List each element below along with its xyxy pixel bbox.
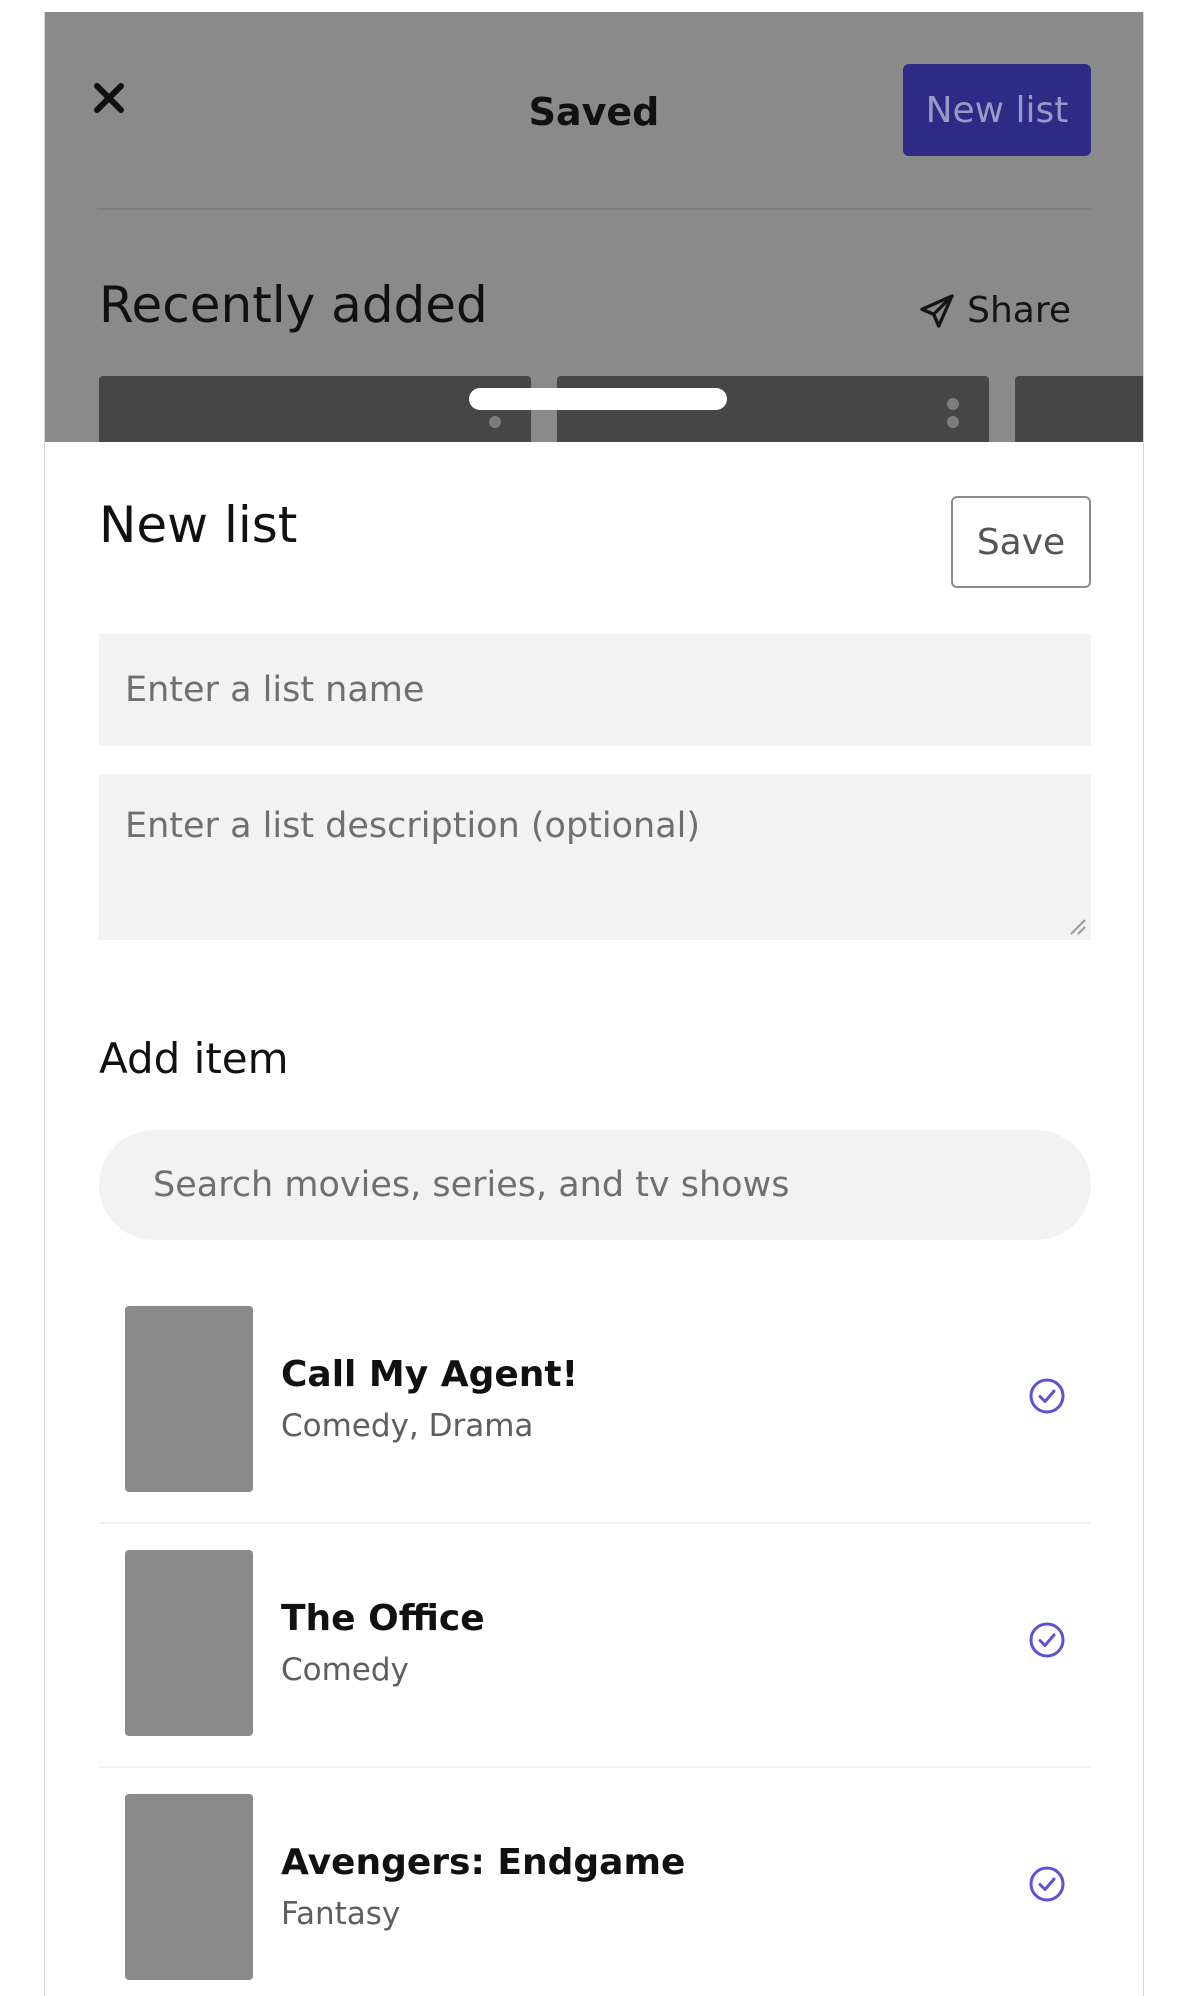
item-title: The Office	[281, 1598, 485, 1639]
recent-thumbnail[interactable]	[1015, 376, 1143, 442]
share-label: Share	[967, 290, 1071, 331]
sheet-drag-handle[interactable]	[469, 388, 727, 410]
poster-image	[125, 1550, 253, 1736]
header-divider	[97, 208, 1091, 210]
add-item-heading: Add item	[99, 1034, 289, 1083]
new-list-sheet: New list Save Enter a list name Enter a …	[45, 442, 1143, 1996]
list-item[interactable]: Avengers: Endgame Fantasy	[99, 1768, 1091, 1996]
search-input[interactable]: Search movies, series, and tv shows	[99, 1130, 1091, 1240]
sheet-title: New list	[99, 496, 298, 554]
recently-added-heading: Recently added	[99, 276, 488, 334]
save-button[interactable]: Save	[951, 496, 1091, 588]
list-item[interactable]: Call My Agent! Comedy, Drama	[99, 1280, 1091, 1524]
search-results-list: Call My Agent! Comedy, Drama The Office …	[99, 1280, 1091, 1996]
check-circle-icon[interactable]	[1027, 1620, 1067, 1660]
new-list-button[interactable]: New list	[903, 64, 1091, 156]
item-genre: Comedy	[281, 1652, 409, 1688]
item-genre: Fantasy	[281, 1896, 401, 1932]
item-title: Call My Agent!	[281, 1354, 579, 1395]
share-button[interactable]: Share	[917, 290, 1071, 331]
item-genre: Comedy, Drama	[281, 1408, 534, 1444]
background-page-overlay[interactable]: Saved New list Recently added Share	[45, 12, 1143, 442]
send-icon	[920, 293, 954, 328]
more-options-icon[interactable]	[947, 398, 959, 434]
poster-image	[125, 1794, 253, 1980]
resize-grip-icon[interactable]	[1065, 914, 1087, 936]
list-item[interactable]: The Office Comedy	[99, 1524, 1091, 1768]
check-circle-icon[interactable]	[1027, 1864, 1067, 1904]
poster-image	[125, 1306, 253, 1492]
description-placeholder: Enter a list description (optional)	[125, 806, 701, 846]
item-title: Avengers: Endgame	[281, 1842, 686, 1883]
check-circle-icon[interactable]	[1027, 1376, 1067, 1416]
list-name-input[interactable]: Enter a list name	[99, 634, 1091, 746]
list-description-textarea[interactable]: Enter a list description (optional)	[99, 774, 1091, 940]
recent-thumbnail[interactable]	[99, 376, 531, 442]
app-frame: Saved New list Recently added Share New …	[44, 12, 1144, 1996]
